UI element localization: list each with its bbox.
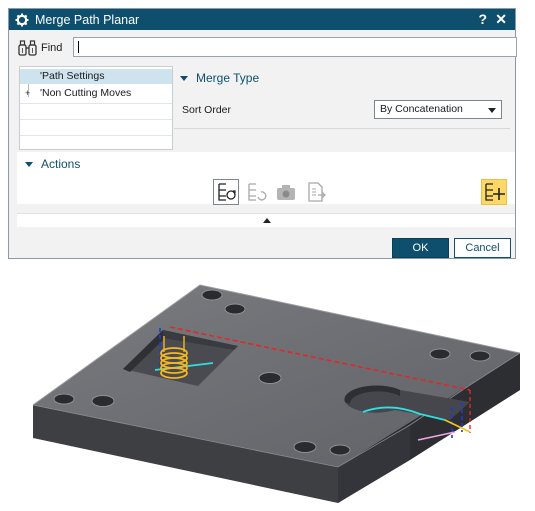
close-button[interactable]: ✕ xyxy=(495,11,507,28)
collapse-triangle-icon xyxy=(180,75,188,81)
gear-icon xyxy=(15,13,29,26)
help-button[interactable]: ? xyxy=(478,11,487,27)
find-label: Find xyxy=(41,42,63,54)
hole xyxy=(329,444,351,456)
tree-item-path-settings[interactable]: 'Path Settings xyxy=(20,69,172,84)
sort-order-dropdown[interactable]: By Concatenation xyxy=(374,100,502,119)
merge-add-button[interactable] xyxy=(481,179,507,205)
hole xyxy=(201,289,223,301)
document-export-icon xyxy=(308,182,326,202)
chevron-down-icon xyxy=(488,108,496,113)
merge-refresh-button[interactable] xyxy=(213,179,239,205)
export-button[interactable] xyxy=(303,179,329,205)
hole xyxy=(258,372,282,384)
merge-refresh-icon xyxy=(218,183,236,201)
expand-plus-icon[interactable]: + xyxy=(25,86,30,101)
actions-title: Actions xyxy=(41,157,81,171)
actions-header[interactable]: Actions xyxy=(25,157,80,171)
cancel-button[interactable]: Cancel xyxy=(454,238,511,258)
merge-path-planar-dialog: Merge Path Planar ? ✕ Find 'Path Setting… xyxy=(8,8,517,259)
sort-order-label: Sort Order xyxy=(182,104,232,116)
binoculars-icon xyxy=(18,40,37,56)
hole xyxy=(293,441,317,453)
text-caret xyxy=(78,41,79,53)
settings-tree: 'Path Settings + 'Non Cutting Moves xyxy=(19,66,173,150)
camera-icon xyxy=(277,185,295,200)
camera-button[interactable] xyxy=(273,179,299,205)
title-bar[interactable]: Merge Path Planar ? ✕ xyxy=(9,9,515,30)
hole xyxy=(224,303,246,315)
merge-type-header[interactable]: Merge Type xyxy=(180,71,259,85)
panel-divider xyxy=(174,128,510,129)
hole xyxy=(429,348,451,360)
collapse-bar[interactable] xyxy=(17,213,515,227)
sort-order-value: By Concatenation xyxy=(380,103,463,115)
find-input[interactable] xyxy=(73,37,517,57)
tree-row-divider xyxy=(20,119,172,120)
hole xyxy=(469,350,491,362)
hole xyxy=(53,393,75,405)
graphics-viewport[interactable] xyxy=(0,270,535,511)
dialog-title: Merge Path Planar xyxy=(35,12,140,27)
hole xyxy=(91,395,115,407)
tree-item-label: 'Non Cutting Moves xyxy=(40,87,132,99)
merge-reverse-button[interactable] xyxy=(243,179,269,205)
merge-reverse-icon xyxy=(248,183,267,201)
collapse-triangle-icon xyxy=(25,161,33,167)
tree-item-label: 'Path Settings xyxy=(40,70,105,82)
actions-panel: Actions xyxy=(17,152,515,205)
tree-row-divider xyxy=(20,135,172,136)
merge-add-icon xyxy=(485,183,505,201)
chevron-up-icon[interactable] xyxy=(263,218,271,223)
ok-button[interactable]: OK xyxy=(392,238,449,258)
find-row: Find xyxy=(17,37,517,59)
tree-item-non-cutting-moves[interactable]: + 'Non Cutting Moves xyxy=(20,86,172,101)
merge-type-title: Merge Type xyxy=(196,71,260,85)
tree-row-divider xyxy=(20,103,172,104)
merge-type-panel: Merge Type Sort Order By Concatenation xyxy=(174,66,510,150)
